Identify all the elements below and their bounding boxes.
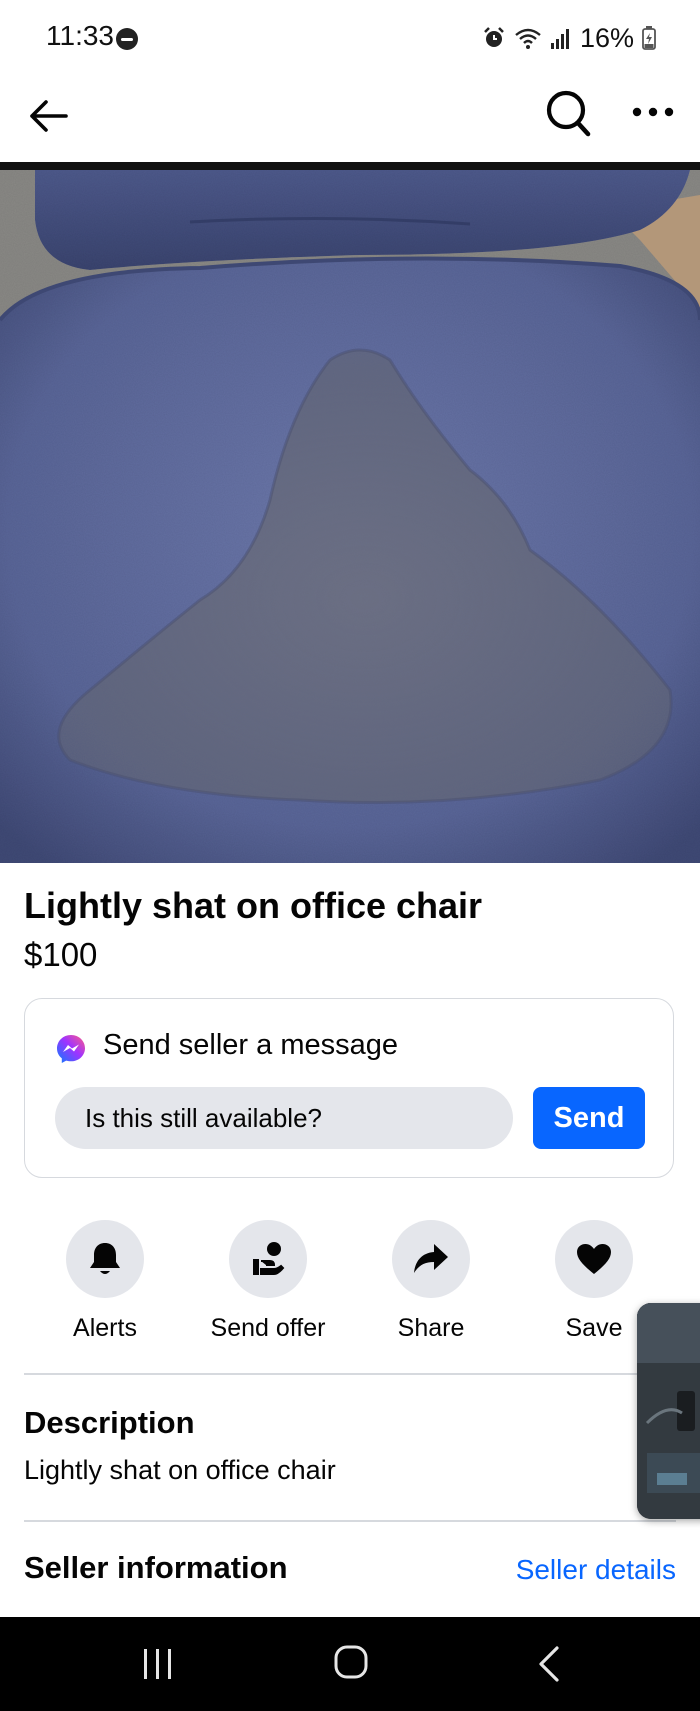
recents-icon[interactable]	[140, 1647, 176, 1681]
status-time: 11:33	[46, 20, 114, 51]
back-arrow-icon[interactable]	[26, 94, 70, 138]
action-row: Alerts Send offer Share Save	[24, 1220, 676, 1343]
message-heading: Send seller a message	[103, 1029, 398, 1061]
divider	[24, 1373, 676, 1375]
system-back-icon[interactable]	[536, 1645, 562, 1683]
floating-video-thumbnail[interactable]	[637, 1303, 700, 1519]
do-not-disturb-icon	[116, 28, 138, 50]
share-arrow-icon	[414, 1244, 448, 1273]
listing-price: $100	[24, 936, 98, 973]
seller-info-heading: Seller information	[24, 1550, 288, 1585]
video-preview-image	[637, 1303, 700, 1519]
divider	[24, 1520, 676, 1522]
share-circle[interactable]	[392, 1220, 470, 1298]
heart-icon	[577, 1244, 611, 1274]
battery-percent: 16%	[579, 22, 634, 53]
action-label: Alerts	[73, 1314, 137, 1342]
wifi-icon	[515, 28, 541, 49]
description-text: Lightly shat on office chair	[24, 1455, 336, 1485]
battery-charging-icon	[642, 26, 656, 50]
system-nav-bar	[0, 1617, 700, 1711]
signal-icon	[550, 29, 569, 49]
save-circle[interactable]	[555, 1220, 633, 1298]
status-icons: 16%	[482, 22, 656, 54]
offer-hand-icon	[253, 1242, 285, 1275]
search-icon[interactable]	[542, 86, 594, 142]
action-label: Send offer	[210, 1314, 326, 1342]
messenger-icon	[57, 1035, 85, 1063]
alarm-icon	[484, 27, 504, 47]
message-input[interactable]: Is this still available?	[55, 1087, 513, 1149]
send-offer-circle[interactable]	[229, 1220, 307, 1298]
send-offer-button[interactable]: Send offer	[193, 1220, 343, 1343]
office-chair-seat-image	[0, 170, 700, 863]
seller-details-link[interactable]: Seller details	[516, 1554, 676, 1586]
alerts-button[interactable]: Alerts	[30, 1220, 180, 1343]
bell-icon	[90, 1243, 120, 1274]
message-seller-card: Send seller a message Is this still avai…	[24, 998, 674, 1178]
photo-top-border	[0, 162, 700, 170]
more-options-icon[interactable]	[630, 102, 676, 122]
share-button[interactable]: Share	[356, 1220, 506, 1343]
send-button[interactable]: Send	[533, 1087, 645, 1149]
listing-photo[interactable]	[0, 170, 700, 863]
home-icon[interactable]	[334, 1645, 368, 1679]
alerts-circle[interactable]	[66, 1220, 144, 1298]
listing-title: Lightly shat on office chair	[24, 885, 483, 926]
description-heading: Description	[24, 1405, 195, 1440]
app-bar	[0, 76, 700, 166]
status-bar: 11:33 16%	[0, 0, 700, 76]
action-label: Share	[397, 1314, 465, 1342]
